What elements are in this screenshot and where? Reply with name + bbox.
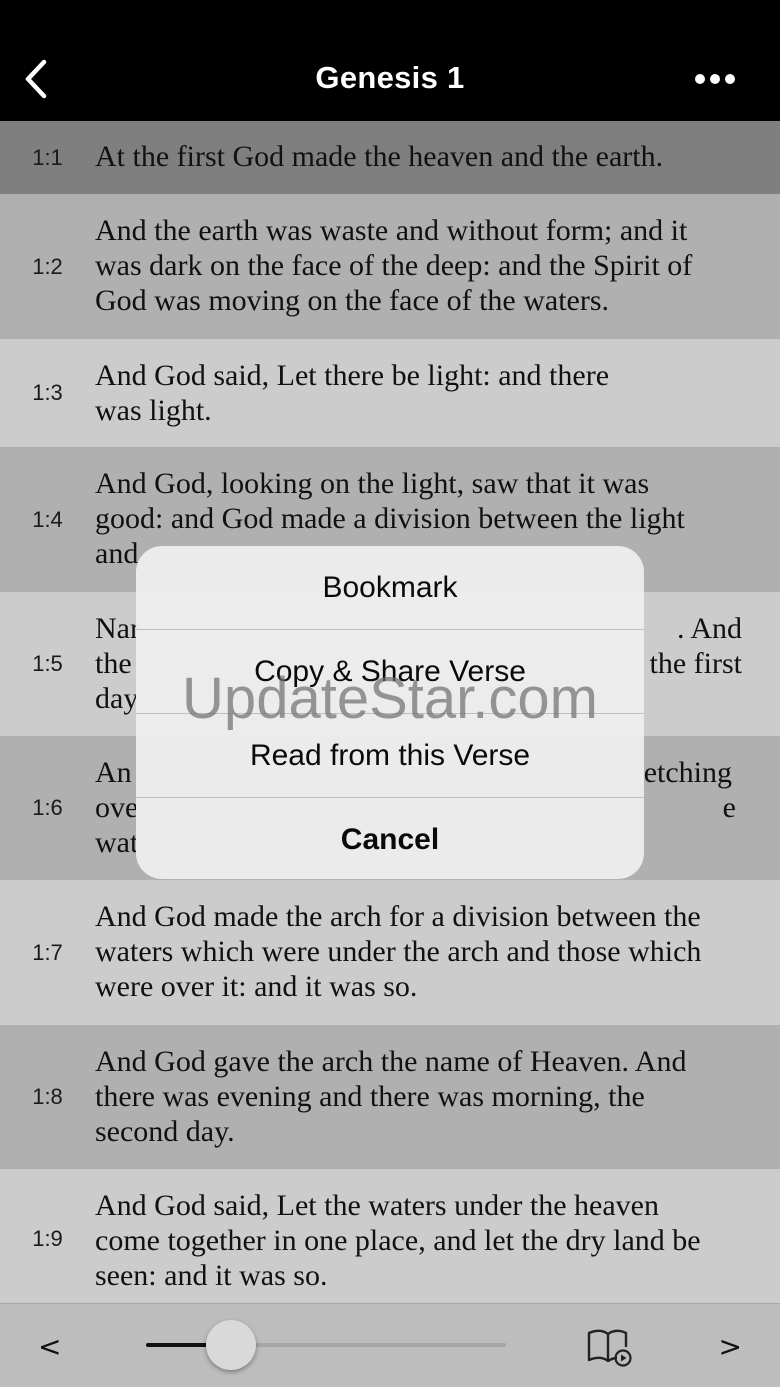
verse-number: 1:1 xyxy=(32,144,63,170)
verse-number: 1:3 xyxy=(32,380,63,405)
verse-text: And God gave the arch the name of Heaven… xyxy=(95,1045,687,1148)
read-from-verse-button[interactable]: Read from this Verse xyxy=(136,714,644,798)
verse-row[interactable]: 1:9 And God said, Let the waters under t… xyxy=(0,1169,780,1303)
verse-text: And God said, Let the waters under the h… xyxy=(95,1189,701,1292)
page-title: Genesis 1 xyxy=(315,60,465,95)
nav-bar: Genesis 1 xyxy=(0,0,780,121)
verse-text: At the first God made the heaven and the… xyxy=(95,140,664,173)
verse-row[interactable]: 1:1 At the first God made the heaven and… xyxy=(0,121,780,194)
bookmark-button[interactable]: Bookmark xyxy=(136,546,644,630)
verse-number: 1:9 xyxy=(32,1226,63,1251)
next-chapter-button[interactable]: > xyxy=(719,1330,742,1363)
verse-action-sheet: Bookmark Copy & Share Verse Read from th… xyxy=(136,546,644,879)
verse-text-visible-right: etching e xyxy=(643,756,736,824)
verse-row[interactable]: 1:2 And the earth was waste and without … xyxy=(0,194,780,339)
verse-row[interactable]: 1:3 And God said, Let there be light: an… xyxy=(0,339,780,447)
chapter-slider-thumb[interactable] xyxy=(205,1320,256,1370)
more-options-icon[interactable] xyxy=(694,70,736,88)
verse-text: And God said, Let there be light: and th… xyxy=(95,359,610,427)
verse-number: 1:2 xyxy=(32,253,63,279)
copy-share-verse-button[interactable]: Copy & Share Verse xyxy=(136,630,644,714)
book-audio-icon[interactable] xyxy=(586,1327,632,1367)
verse-number: 1:6 xyxy=(32,795,63,820)
previous-chapter-button[interactable]: < xyxy=(38,1330,61,1363)
verse-number: 1:7 xyxy=(32,939,63,965)
verse-row[interactable]: 1:8 And God gave the arch the name of He… xyxy=(0,1025,780,1169)
cancel-button[interactable]: Cancel xyxy=(136,798,644,879)
bottom-toolbar: < > xyxy=(0,1303,780,1387)
chapter-slider-fill xyxy=(146,1343,211,1347)
verse-number: 1:5 xyxy=(32,651,63,676)
verse-text-visible-right: . And the first xyxy=(649,612,742,680)
verse-number: 1:4 xyxy=(32,506,63,532)
verse-row[interactable]: 1:7 And God made the arch for a division… xyxy=(0,880,780,1025)
verse-number: 1:8 xyxy=(32,1084,63,1109)
verse-text: And God made the arch for a division bet… xyxy=(95,900,702,1003)
verse-text: And the earth was waste and without form… xyxy=(95,214,693,317)
